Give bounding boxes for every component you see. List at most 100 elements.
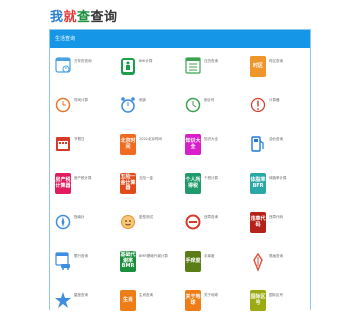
income-tax-icon: 个人所得税 — [185, 173, 201, 194]
tool-item[interactable]: 限行查询 — [50, 251, 113, 289]
logo-char-3: 查 — [77, 10, 91, 25]
tool-label: 手痒度 — [204, 254, 215, 258]
tool-label: 笔画查询 — [269, 254, 283, 258]
exclamation-icon — [250, 95, 266, 116]
logo-char-1: 我 — [50, 10, 64, 25]
handwriting-icon: 手痒度 — [185, 251, 201, 272]
tool-label: 国际区号 — [269, 293, 283, 297]
tool-item[interactable]: 知识大全 知识大全 — [180, 134, 243, 172]
tool-label: 脸型测试 — [139, 215, 153, 219]
tool-item[interactable]: 脸型测试 — [115, 212, 178, 250]
tool-item[interactable]: 倒计时 — [180, 95, 243, 133]
tool-item[interactable]: 国际区号 国际区号 — [245, 290, 308, 328]
tool-item[interactable]: 违章代码 违章代码 — [245, 212, 308, 250]
icon-badge-text: 房产税计算器 — [55, 173, 71, 194]
tool-label: 五险一金 — [139, 176, 153, 180]
icon-badge-text: 违章代码 — [250, 212, 266, 233]
bmi-icon — [120, 56, 136, 77]
icon-badge-text: 北京时间 — [120, 134, 136, 155]
tool-label: 时间计算 — [74, 98, 88, 102]
icon-badge-text: 时区 — [250, 56, 266, 77]
tool-label: 计算器 — [269, 98, 280, 102]
tool-label: 体脂率计算 — [269, 176, 287, 180]
tool-item[interactable]: 五险一金计算器 五险一金 — [115, 173, 178, 211]
tool-item[interactable]: 体脂率BFR 体脂率计算 — [245, 173, 308, 211]
tools-panel: 生活查询 万年历查询 BMI计算 日历查询 时区 时区查询时间计算 闹钟 倒计时 计算器节假日… — [49, 29, 311, 311]
logo-char-4: 查询 — [90, 10, 118, 25]
bfr-icon: 体脂率BFR — [250, 173, 266, 194]
tool-label: 知识大全 — [204, 137, 218, 141]
tool-label: 限行查询 — [74, 254, 88, 258]
tool-label: 日历查询 — [204, 59, 218, 63]
beijing-time-icon: 北京时间 — [120, 134, 136, 155]
icon-badge-text: 个人所得税 — [185, 173, 201, 194]
tool-item[interactable]: 关于地球 关于地球 — [180, 290, 243, 328]
tool-label: 违章代码 — [269, 215, 283, 219]
tool-item[interactable]: 基础代谢率BMR BMR基础代谢计算 — [115, 251, 178, 289]
tool-label: 违章查询 — [204, 215, 218, 219]
knowledge-icon: 知识大全 — [185, 134, 201, 155]
bmr-icon: 基础代谢率BMR — [120, 251, 136, 272]
alarm-clock-icon — [120, 95, 136, 116]
tool-item[interactable]: 房产税计算器 房产税计算 — [50, 173, 113, 211]
tool-item[interactable]: 节假日 — [50, 134, 113, 172]
star-icon — [55, 290, 71, 311]
tool-item[interactable]: 指南针 — [50, 212, 113, 250]
tool-label: 万年历查询 — [74, 59, 92, 63]
icon-badge-text: 手痒度 — [185, 251, 201, 272]
tool-label: 油价查询 — [269, 137, 283, 141]
tool-label: 时区查询 — [269, 59, 283, 63]
icon-badge-text: 关于地球 — [185, 290, 201, 311]
green-clock-icon — [185, 95, 201, 116]
compass-icon — [55, 212, 71, 233]
tool-item[interactable]: 万年历查询 — [50, 56, 113, 94]
red-calendar-icon — [55, 134, 71, 155]
tool-item[interactable]: BMI计算 — [115, 56, 178, 94]
icon-badge-text: 基础代谢率BMR — [120, 251, 136, 272]
tool-item[interactable]: 个人所得税 个税计算 — [180, 173, 243, 211]
tool-item[interactable]: 生肖 生肖查询 — [115, 290, 178, 328]
tool-label: 指南针 — [74, 215, 85, 219]
icon-badge-text: 知识大全 — [185, 134, 201, 155]
tool-item[interactable]: 笔画查询 — [245, 251, 308, 289]
icon-badge-text: 体脂率BFR — [250, 173, 266, 194]
tool-item[interactable]: 计算器 — [245, 95, 308, 133]
logo-char-2: 就 — [63, 10, 78, 25]
tool-label: 闹钟 — [139, 98, 146, 102]
tool-label: BMR基础代谢计算 — [139, 254, 168, 258]
icon-badge-text: 五险一金计算器 — [120, 173, 136, 194]
site-logo[interactable]: 我就查查询 — [50, 6, 118, 26]
tool-item[interactable]: 闹钟 — [115, 95, 178, 133]
tool-label: 节假日 — [74, 137, 85, 141]
tool-label: 个税计算 — [204, 176, 218, 180]
no-entry-icon — [185, 212, 201, 233]
calendar-car-icon — [55, 251, 71, 272]
tool-label: 关于地球 — [204, 293, 218, 297]
timezone-badge-icon: 时区 — [250, 56, 266, 77]
tool-item[interactable]: 时间计算 — [50, 95, 113, 133]
tool-item[interactable]: 油价查询 — [245, 134, 308, 172]
panel-title: 生活查询 — [50, 30, 310, 48]
face-icon — [120, 212, 136, 233]
tool-item[interactable]: 时区 时区查询 — [245, 56, 308, 94]
tool-label: 生肖查询 — [139, 293, 153, 297]
area-code-icon: 国际区号 — [250, 290, 266, 311]
housing-fund-icon: 房产税计算器 — [55, 173, 71, 194]
tool-label: 房产税计算 — [74, 176, 92, 180]
tool-label: 倒计时 — [204, 98, 215, 102]
tool-label: 2022北京时间 — [139, 137, 162, 141]
clock-icon — [55, 95, 71, 116]
tool-label: 星座查询 — [74, 293, 88, 297]
pen-icon — [250, 251, 266, 272]
tax-calc-icon: 五险一金计算器 — [120, 173, 136, 194]
tool-item[interactable]: 违章查询 — [180, 212, 243, 250]
calendar-icon — [55, 56, 71, 77]
tool-item[interactable]: 星座查询 — [50, 290, 113, 328]
tool-item[interactable]: 北京时间 2022北京时间 — [115, 134, 178, 172]
tool-item[interactable]: 日历查询 — [180, 56, 243, 94]
violation-code-icon: 违章代码 — [250, 212, 266, 233]
tool-item[interactable]: 手痒度 手痒度 — [180, 251, 243, 289]
about-icon: 关于地球 — [185, 290, 201, 311]
zodiac-icon: 生肖 — [120, 290, 136, 311]
icon-badge-text: 国际区号 — [250, 290, 266, 311]
